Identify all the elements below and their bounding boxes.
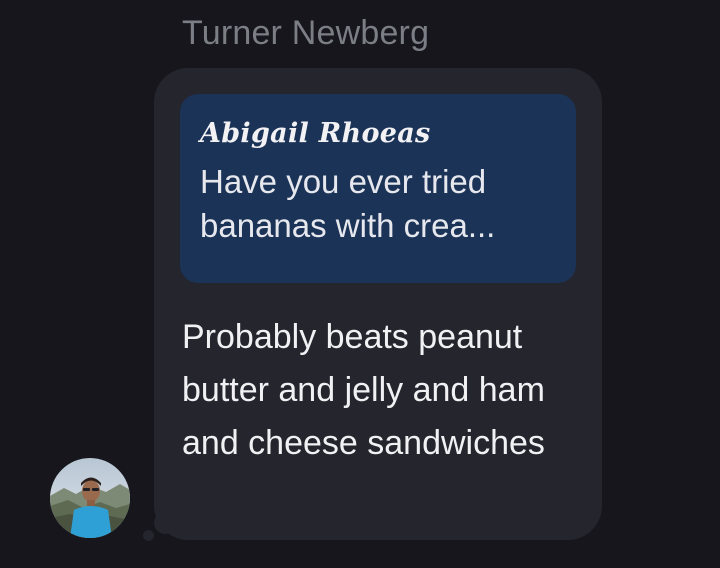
chat-view: Turner Newberg Abigail Rhoeas Have you e…: [0, 0, 720, 568]
sender-name[interactable]: Turner Newberg: [182, 14, 429, 53]
reply-author: Abigail Rhoeas: [200, 118, 431, 149]
avatar[interactable]: [50, 458, 130, 538]
bubble-tail-small: [143, 530, 154, 541]
avatar-photo-icon: [50, 458, 130, 538]
message-text: Probably beats peanut butter and jelly a…: [182, 318, 545, 462]
reply-quote[interactable]: Abigail Rhoeas Have you ever tried banan…: [180, 94, 576, 283]
reply-snippet: Have you ever tried bananas with crea...: [200, 163, 496, 244]
